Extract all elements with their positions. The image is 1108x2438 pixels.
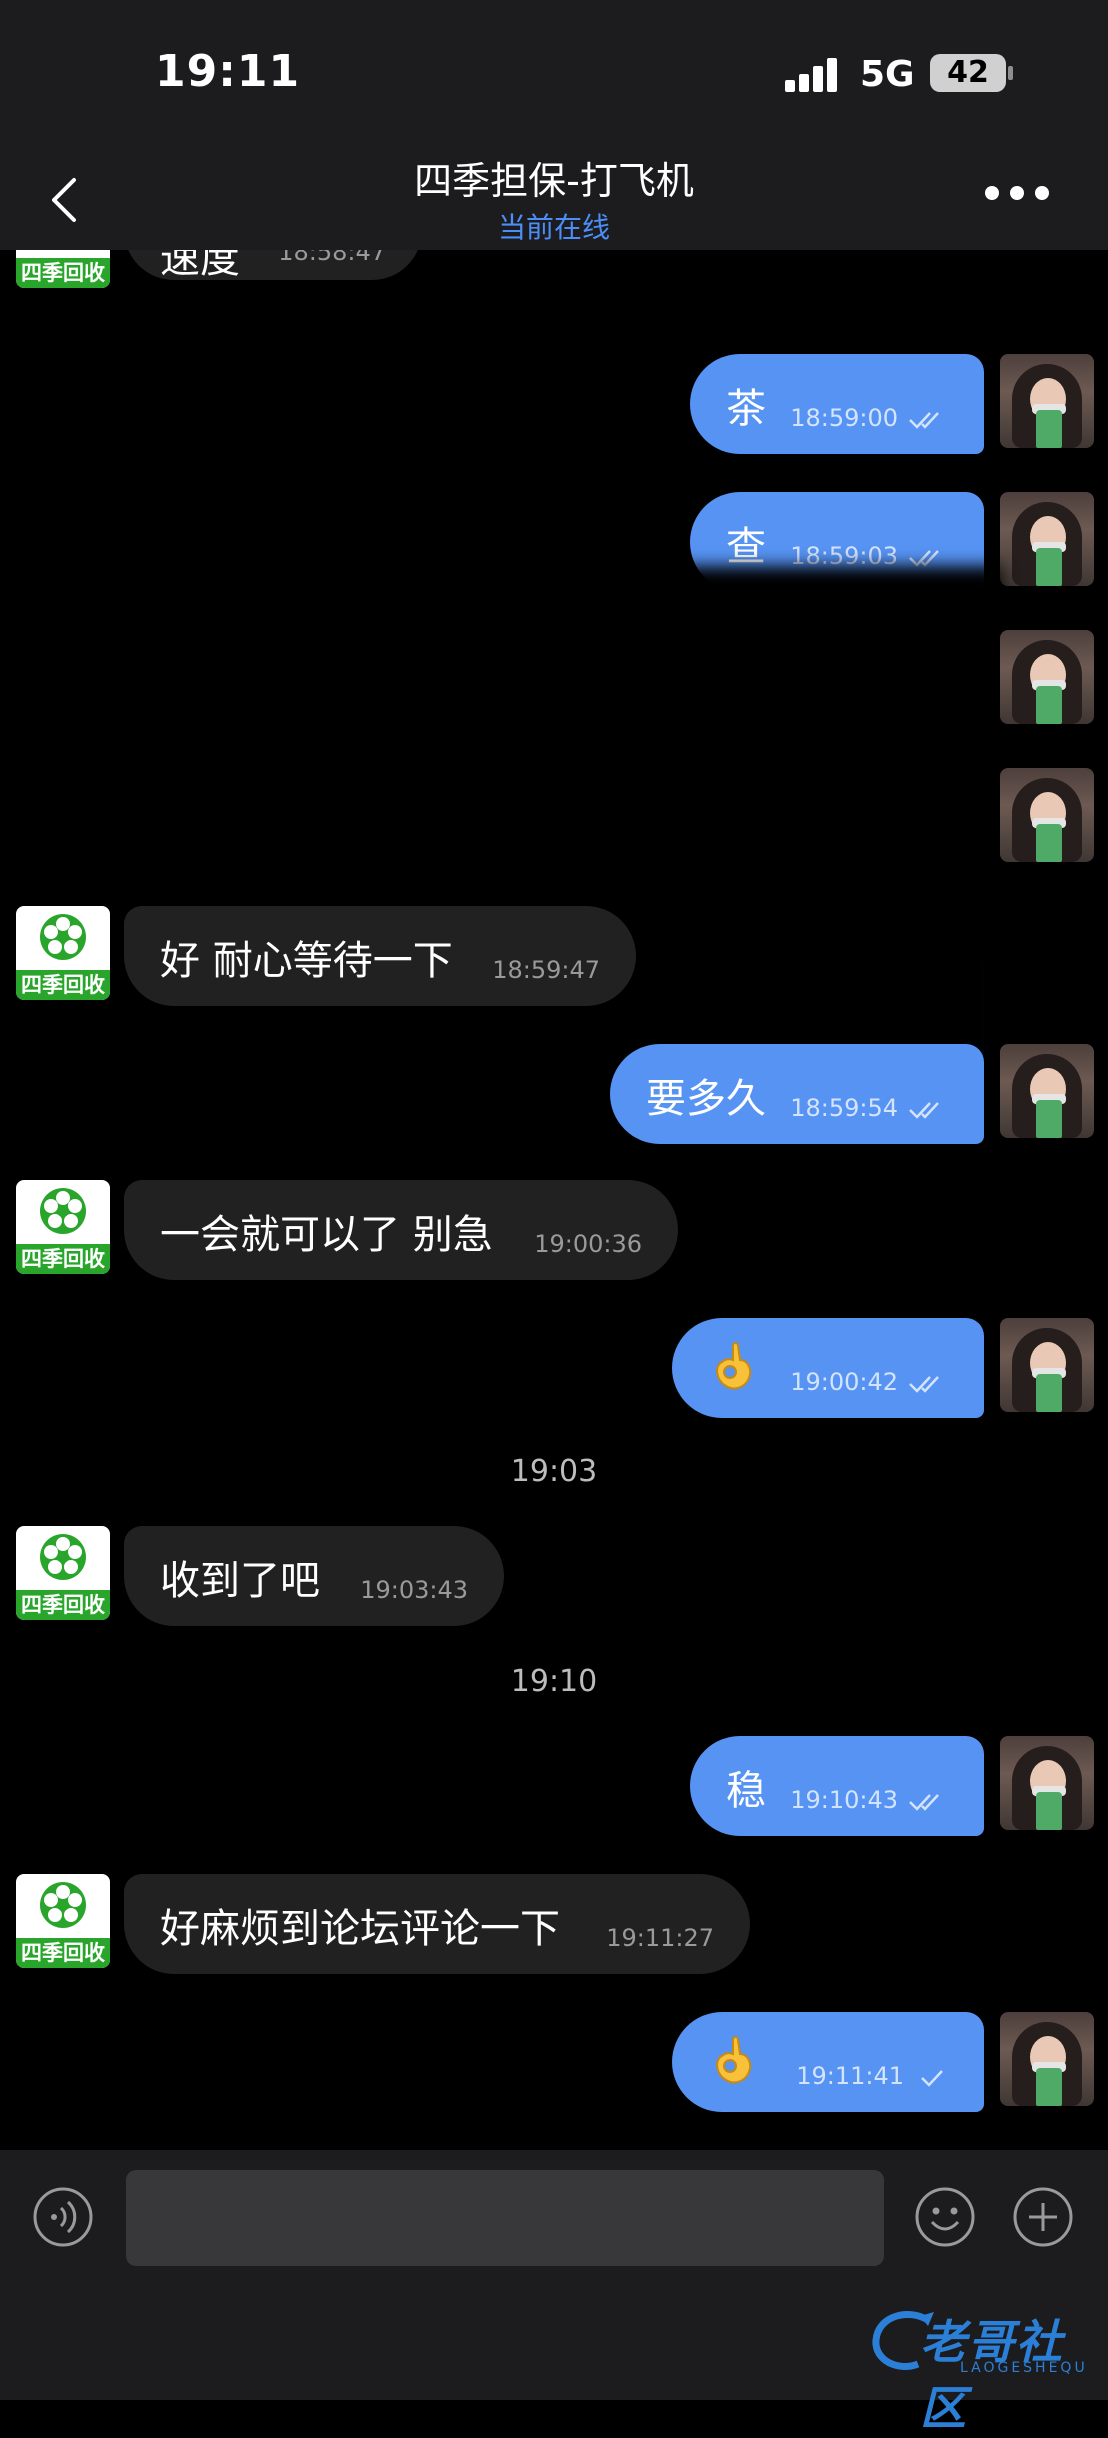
message-bubble[interactable]: 稳 19:10:43 — [690, 1736, 984, 1836]
message-bubble[interactable]: 好麻烦到论坛评论一下 19:11:27 — [124, 1874, 750, 1974]
add-attachment-icon[interactable] — [1012, 2186, 1074, 2248]
voice-icon[interactable] — [32, 2186, 94, 2248]
message-bubble[interactable]: 好 耐心等待一下 18:59:47 — [124, 906, 636, 1006]
flower-logo-icon — [40, 1534, 86, 1580]
message-time: 18:59:47 — [492, 956, 600, 984]
message-bubble[interactable]: 19:00:42 — [672, 1318, 984, 1418]
message-time: 19:00:42 — [790, 1368, 898, 1396]
user-avatar[interactable] — [1000, 492, 1094, 586]
bot-avatar[interactable]: 四季回收 — [16, 1874, 110, 1968]
message-bubble[interactable]: 19:11:41 — [672, 2012, 984, 2112]
bot-avatar-label: 四季回收 — [16, 1590, 110, 1620]
message-bubble[interactable]: 收到了吧 19:03:43 — [124, 1526, 504, 1626]
bot-avatar[interactable]: 四季回收 — [16, 1180, 110, 1274]
message-text: 茶 — [726, 386, 766, 432]
double-check-icon — [909, 1102, 939, 1119]
message-time: 19:03:43 — [360, 1576, 468, 1604]
flower-logo-icon — [40, 1188, 86, 1234]
battery-icon: 42 — [930, 54, 1006, 92]
double-check-icon — [909, 550, 939, 567]
network-type: 5G — [860, 54, 915, 95]
double-check-icon — [909, 1376, 939, 1393]
status-bar: 19:11 5G 42 — [0, 0, 1108, 130]
flower-logo-icon — [40, 914, 86, 960]
flower-logo-icon — [40, 1882, 86, 1928]
message-input[interactable] — [126, 2170, 884, 2266]
message-list[interactable]: 四季回收 速度 18:58:47 茶 18:59:00 查 18:59:03 四… — [0, 250, 1108, 2150]
message-text: 收到了吧 — [160, 1558, 320, 1604]
redacted-area — [680, 566, 1000, 620]
message-text: 要多久 — [646, 1076, 766, 1122]
message-time: 19:10:43 — [790, 1786, 898, 1814]
ok-hand-emoji — [716, 2036, 752, 2084]
emoji-icon[interactable] — [914, 2186, 976, 2248]
message-text: 一会就可以了 别急 — [160, 1212, 493, 1258]
message-bubble[interactable]: 茶 18:59:00 — [690, 354, 984, 454]
message-text: 好麻烦到论坛评论一下 — [160, 1906, 560, 1952]
message-time: 19:11:41 — [796, 2062, 904, 2090]
message-bubble[interactable]: 速度 18:58:47 — [124, 250, 422, 282]
message-text: 速度 — [160, 250, 240, 282]
message-time: 19:00:36 — [534, 1230, 642, 1258]
bot-avatar-label: 四季回收 — [16, 1938, 110, 1968]
bot-avatar-label: 四季回收 — [16, 1244, 110, 1274]
input-bar: 老哥社区 LAOGESHEQU — [0, 2150, 1108, 2435]
bot-avatar[interactable]: 四季回收 — [16, 250, 110, 288]
user-avatar[interactable] — [1000, 630, 1094, 724]
more-icon[interactable] — [985, 186, 1049, 202]
user-avatar[interactable] — [1000, 1736, 1094, 1830]
ok-hand-emoji — [716, 1342, 752, 1390]
watermark-subtext: LAOGESHEQU — [960, 2360, 1088, 2376]
message-time: 18:59:54 — [790, 1094, 898, 1122]
message-bubble[interactable]: 一会就可以了 别急 19:00:36 — [124, 1180, 678, 1280]
status-time: 19:11 — [155, 46, 301, 97]
user-avatar[interactable] — [1000, 1318, 1094, 1412]
chat-title[interactable]: 四季担保-打飞机 — [0, 150, 1108, 205]
double-check-icon — [909, 412, 939, 429]
online-status: 当前在线 — [497, 211, 610, 244]
chat-header: 四季担保-打飞机 当前在线 — [0, 130, 1108, 250]
bot-avatar[interactable]: 四季回收 — [16, 1526, 110, 1620]
watermark-logo: 老哥社区 LAOGESHEQU — [868, 2302, 1094, 2435]
user-avatar[interactable] — [1000, 1044, 1094, 1138]
message-time: 18:58:47 — [278, 250, 386, 266]
bot-avatar-label: 四季回收 — [16, 258, 110, 288]
time-divider: 19:10 — [510, 1664, 598, 1699]
user-avatar[interactable] — [1000, 354, 1094, 448]
message-text: 好 耐心等待一下 — [160, 938, 453, 984]
single-check-icon — [921, 2070, 943, 2087]
time-divider: 19:03 — [510, 1454, 598, 1489]
user-avatar[interactable] — [1000, 768, 1094, 862]
user-avatar[interactable] — [1000, 2012, 1094, 2106]
bot-avatar-label: 四季回收 — [16, 970, 110, 1000]
battery-tip — [1008, 66, 1013, 80]
signal-icon — [785, 58, 845, 92]
bot-avatar[interactable]: 四季回收 — [16, 906, 110, 1000]
message-text: 查 — [726, 524, 766, 570]
double-check-icon — [909, 1794, 939, 1811]
message-time: 19:11:27 — [606, 1924, 714, 1952]
message-text: 稳 — [726, 1768, 766, 1814]
message-bubble[interactable]: 要多久 18:59:54 — [610, 1044, 984, 1144]
message-time: 18:59:00 — [790, 404, 898, 432]
